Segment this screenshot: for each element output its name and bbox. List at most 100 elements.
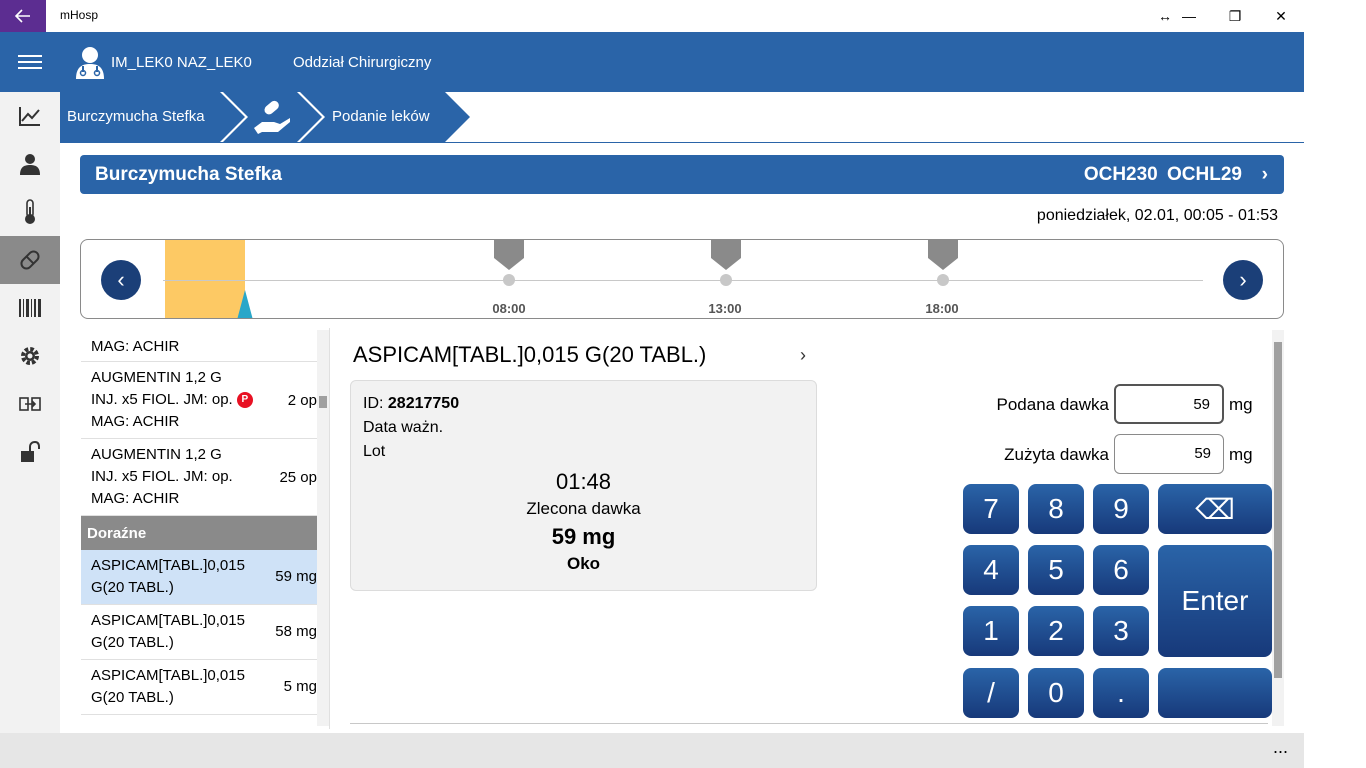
- app-title: mHosp: [60, 8, 99, 22]
- key-9[interactable]: 9: [1093, 484, 1149, 534]
- given-dose-input[interactable]: 59: [1114, 384, 1224, 424]
- medication-list[interactable]: MAG: ACHIR AUGMENTIN 1,2 G INJ. x5 FIOL.…: [81, 328, 330, 729]
- list-item-qty: 5 mg: [283, 678, 317, 695]
- list-item[interactable]: MAG: ACHIR: [81, 328, 317, 362]
- list-item-qty: 59 mg: [275, 568, 317, 585]
- doctor-avatar-icon: [76, 47, 104, 79]
- main-scrollbar[interactable]: [1272, 330, 1284, 726]
- ordered-dose-label: Zlecona dawka: [526, 499, 641, 518]
- list-item[interactable]: AUGMENTIN 1,2 G INJ. x5 FIOL. JM: op. MA…: [81, 439, 317, 516]
- list-item[interactable]: ASPICAM[TABL.]0,015 G(20 TABL.) 5 mg: [81, 660, 317, 715]
- timeline-dot: [937, 274, 949, 286]
- chevron-right-icon[interactable]: ›: [800, 345, 806, 366]
- key-2[interactable]: 2: [1028, 606, 1084, 656]
- breadcrumb-patient[interactable]: Burczymucha Stefka: [67, 108, 205, 125]
- priority-badge: P: [236, 392, 253, 409]
- timeline-prev-button[interactable]: ‹: [101, 260, 141, 300]
- backspace-icon: ⌫: [1195, 493, 1235, 525]
- timeline-label: 13:00: [708, 301, 742, 316]
- ordered-dose-value: 59 mg: [551, 524, 616, 549]
- timeline-next-button[interactable]: ›: [1223, 260, 1263, 300]
- patient-name: Burczymucha Stefka: [95, 164, 282, 185]
- key-6[interactable]: 6: [1093, 545, 1149, 595]
- timeline-axis: [163, 280, 1203, 281]
- list-item-line: MAG: ACHIR: [91, 413, 180, 430]
- chevron-right-icon: ›: [1261, 164, 1268, 185]
- key-4[interactable]: 4: [963, 545, 1019, 595]
- list-item-qty: 25 op: [279, 469, 317, 486]
- sidebar-item-settings[interactable]: [0, 332, 60, 380]
- timeline-marker[interactable]: [928, 240, 958, 270]
- timeline-dot: [503, 274, 515, 286]
- sidebar-item-medications[interactable]: [0, 236, 60, 284]
- key-0[interactable]: 0: [1028, 668, 1084, 718]
- list-item[interactable]: ASPICAM[TABL.]0,015 G(20 TABL.) 58 mg: [81, 605, 317, 660]
- sidebar-item-switch[interactable]: [0, 380, 60, 428]
- key-8[interactable]: 8: [1028, 484, 1084, 534]
- key-dot[interactable]: .: [1093, 668, 1149, 718]
- swap-icon: [19, 397, 41, 411]
- thermometer-icon: [25, 199, 35, 224]
- list-item-line: MAG: ACHIR: [91, 490, 180, 507]
- arrow-left-icon: [15, 9, 30, 23]
- sidebar-item-charts[interactable]: [0, 92, 60, 140]
- timeline[interactable]: ‹ › 08:00 13:00 18:00: [80, 239, 1284, 319]
- route: Oko: [566, 554, 601, 573]
- patient-bar[interactable]: Burczymucha Stefka OCH230 OCHL29 ›: [80, 155, 1284, 194]
- ward-name: Oddział Chirurgiczny: [293, 54, 432, 71]
- timeline-dot: [720, 274, 732, 286]
- sidebar: [0, 92, 60, 733]
- sidebar-item-patient[interactable]: [0, 140, 60, 188]
- user-name: IM_LEK0 NAZ_LEK0: [111, 54, 252, 71]
- enter-button[interactable]: Enter: [1158, 545, 1272, 657]
- used-dose-input[interactable]: 59: [1114, 434, 1224, 474]
- drug-title: ASPICAM[TABL.]0,015 G(20 TABL.): [353, 342, 707, 367]
- used-dose-label: Zużyta dawka: [1004, 445, 1109, 464]
- timeline-current-range: [165, 240, 245, 318]
- chevron-right-icon: ›: [1239, 267, 1247, 292]
- app-bar: ...: [0, 733, 1304, 768]
- app-header: IM_LEK0 NAZ_LEK0 Oddział Chirurgiczny: [0, 32, 1304, 92]
- more-options-icon[interactable]: ...: [1273, 737, 1288, 758]
- sidebar-item-vitals[interactable]: [0, 188, 60, 236]
- list-item-line: AUGMENTIN 1,2 G: [91, 446, 222, 463]
- drug-card: ID: 28217750 Data ważn. Lot 01:48 Zlecon…: [350, 380, 817, 591]
- timeline-marker[interactable]: [494, 240, 524, 270]
- breadcrumb: Burczymucha Stefka Podanie leków: [60, 92, 1304, 142]
- list-scrollbar[interactable]: [317, 330, 329, 726]
- backspace-button[interactable]: ⌫: [1158, 484, 1272, 534]
- restore-button[interactable]: ❐: [1212, 0, 1258, 32]
- list-scrollbar-thumb[interactable]: [319, 396, 327, 408]
- main-scrollbar-thumb[interactable]: [1274, 342, 1282, 678]
- medication-hand-icon[interactable]: [252, 98, 292, 136]
- list-item[interactable]: AUGMENTIN 1,2 G INJ. x5 FIOL. JM: op. P …: [81, 362, 317, 439]
- sidebar-item-lock[interactable]: [0, 428, 60, 476]
- key-3[interactable]: 3: [1093, 606, 1149, 656]
- given-dose-unit: mg: [1229, 395, 1253, 414]
- key-5[interactable]: 5: [1028, 545, 1084, 595]
- close-button[interactable]: ✕: [1258, 0, 1304, 32]
- minimize-button[interactable]: —: [1166, 0, 1212, 32]
- key-1[interactable]: 1: [963, 606, 1019, 656]
- blank-key[interactable]: [1158, 668, 1272, 718]
- timeline-marker[interactable]: [711, 240, 741, 270]
- timeline-now-marker: [237, 290, 253, 318]
- key-slash[interactable]: /: [963, 668, 1019, 718]
- key-7[interactable]: 7: [963, 484, 1019, 534]
- section-header: Doraźne: [81, 516, 317, 550]
- list-item-line: INJ. x5 FIOL. JM: op.: [91, 391, 233, 408]
- date-range: poniedziałek, 02.01, 00:05 - 01:53: [1036, 207, 1278, 224]
- list-item-qty: 2 op: [287, 392, 317, 409]
- hamburger-menu-icon[interactable]: [0, 32, 60, 92]
- back-button[interactable]: [0, 0, 46, 32]
- id-value: 28217750: [387, 395, 460, 412]
- chart-line-icon: [19, 107, 40, 126]
- content-divider: [350, 723, 1268, 724]
- list-item-line: MAG: ACHIR: [91, 338, 180, 355]
- timeline-label: 08:00: [492, 301, 526, 316]
- sidebar-item-barcode[interactable]: [0, 284, 60, 332]
- list-item-line: AUGMENTIN 1,2 G: [91, 369, 222, 386]
- breadcrumb-section[interactable]: Podanie leków: [332, 108, 430, 125]
- barcode-icon: [19, 299, 41, 317]
- list-item[interactable]: ASPICAM[TABL.]0,015 G(20 TABL.) 59 mg: [81, 550, 317, 605]
